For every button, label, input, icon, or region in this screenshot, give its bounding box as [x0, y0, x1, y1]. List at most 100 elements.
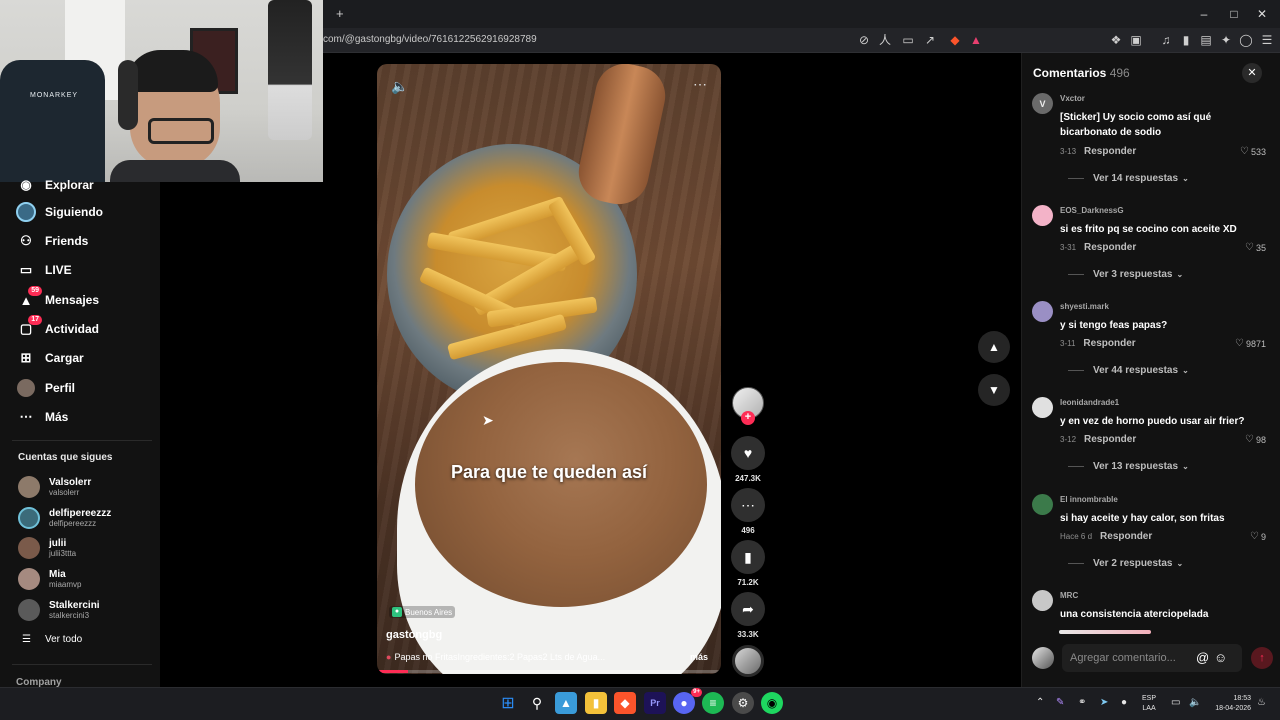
save-action[interactable]: ▮ 71.2K	[731, 540, 765, 587]
menu-icon[interactable]: ☰	[1259, 32, 1275, 48]
comment-like[interactable]: ♡ 35	[1245, 242, 1266, 253]
windows-start-icon[interactable]: ⊞	[497, 692, 519, 714]
steam-icon[interactable]: ⚙	[732, 692, 754, 714]
following-account[interactable]: Mia miaamvp	[18, 565, 158, 593]
reply-button[interactable]: Responder	[1084, 146, 1136, 157]
sidebar-icon[interactable]: ▮	[1178, 32, 1194, 48]
brave-browser-icon[interactable]: ◆	[614, 692, 636, 714]
view-replies-button[interactable]: Ver 3 respuestas ⌄	[1068, 269, 1183, 280]
close-comments-button[interactable]: ✕	[1242, 63, 1262, 83]
app-green-icon[interactable]: ◉	[761, 692, 783, 714]
video-progress-bar[interactable]	[377, 670, 721, 673]
emoji-icon[interactable]: ☺	[1214, 650, 1227, 665]
share-page-icon[interactable]: ↗	[922, 32, 938, 48]
minimize-icon[interactable]: –	[1194, 6, 1214, 22]
leo-ai-icon[interactable]: ✦	[1218, 32, 1234, 48]
new-tab-plus-icon[interactable]: +	[336, 6, 344, 21]
premiere-icon[interactable]: Pr	[644, 692, 666, 714]
brave-shield-icon[interactable]: ◆	[947, 32, 963, 48]
view-replies-button[interactable]: Ver 13 respuestas ⌄	[1068, 461, 1189, 472]
comment-username[interactable]: El innombrable	[1060, 495, 1118, 504]
brave-rewards-icon[interactable]: ▲	[968, 32, 984, 48]
spotify-icon[interactable]: ≡	[702, 692, 724, 714]
discord-icon[interactable]: ● 9+	[673, 688, 702, 714]
tray-expand-icon[interactable]: ⌃	[1036, 697, 1044, 708]
nav-mensajes[interactable]: ▲ 59 Mensajes	[16, 286, 156, 312]
comments-scroll-indicator[interactable]	[1059, 630, 1151, 634]
file-explorer-icon[interactable]: ▮	[585, 692, 607, 714]
comment-like[interactable]: ♡ 9	[1250, 531, 1266, 542]
tray-steam-icon[interactable]: ➤	[1100, 697, 1108, 708]
send-arrow-icon[interactable]: ↑	[1251, 647, 1273, 669]
view-replies-button[interactable]: Ver 2 respuestas ⌄	[1068, 558, 1183, 569]
tray-pen-icon[interactable]: ✎	[1056, 697, 1064, 708]
volume-icon[interactable]: 🔈	[391, 78, 408, 95]
comment-avatar[interactable]	[1032, 205, 1053, 226]
following-account[interactable]: delfipereezzz delfipereezzz	[18, 504, 158, 532]
vpn-icon[interactable]: ◯	[1238, 32, 1254, 48]
comment-action[interactable]: ⋯ 496	[731, 488, 765, 535]
reply-button[interactable]: Responder	[1084, 242, 1136, 253]
share-arrow-icon[interactable]: ➦	[731, 592, 765, 626]
nav-actividad[interactable]: ▢ 17 Actividad	[16, 315, 156, 341]
following-account[interactable]: Stalkercini stalkercini3	[18, 596, 158, 624]
close-window-icon[interactable]: ✕	[1252, 6, 1272, 22]
previous-video-button[interactable]: ▲	[978, 331, 1010, 363]
photos-icon[interactable]: ▲	[555, 692, 577, 714]
tray-mic-icon[interactable]: ●	[1121, 697, 1127, 708]
system-clock[interactable]: 18:53 18-04-2026	[1205, 694, 1251, 714]
screenshot-icon[interactable]: ▣	[1128, 32, 1144, 48]
reply-button[interactable]: Responder	[1083, 338, 1135, 349]
nav-friends[interactable]: ⚇ Friends	[16, 229, 156, 253]
location-tag[interactable]: ● Buenos Aires	[389, 606, 456, 618]
url-text[interactable]: com/@gastongbg/video/7616122562916928789	[323, 34, 537, 45]
no-track-icon[interactable]: ⊘	[856, 32, 872, 48]
nav-siguiendo[interactable]: Siguiendo	[16, 200, 156, 224]
next-video-button[interactable]: ▼	[978, 374, 1010, 406]
view-replies-button[interactable]: Ver 44 respuestas ⌄	[1068, 365, 1189, 376]
translate-icon[interactable]: 人	[877, 32, 893, 48]
comment-username[interactable]: EOS_DarknessG	[1060, 206, 1124, 215]
video-more-icon[interactable]: ⋯	[693, 76, 707, 93]
comment-username[interactable]: Vxctor	[1060, 94, 1085, 103]
like-action[interactable]: ♥ 247.3K	[731, 436, 765, 483]
see-all-link[interactable]: ☰ Ver todo	[22, 634, 82, 645]
comment-avatar[interactable]	[1032, 301, 1053, 322]
heart-icon[interactable]: ♥	[731, 436, 765, 470]
view-replies-button[interactable]: Ver 14 respuestas ⌄	[1068, 173, 1189, 184]
follow-plus-button[interactable]: +	[741, 411, 755, 425]
comment-bubble-icon[interactable]: ⋯	[731, 488, 765, 522]
comment-avatar[interactable]	[1032, 397, 1053, 418]
mention-icon[interactable]: @	[1196, 650, 1209, 665]
comment-username[interactable]: leonidandrade1	[1060, 398, 1119, 407]
tray-headset-icon[interactable]: ⚭	[1078, 697, 1086, 708]
media-icon[interactable]: ♫	[1158, 32, 1174, 48]
share-action[interactable]: ➦ 33.3K	[731, 592, 765, 639]
comment-avatar[interactable]: V	[1032, 93, 1053, 114]
music-disc-icon[interactable]	[732, 645, 764, 677]
comment-username[interactable]: MRC	[1060, 591, 1078, 600]
maximize-icon[interactable]: □	[1224, 6, 1244, 22]
search-icon[interactable]: ⚲	[526, 692, 548, 714]
cast-icon[interactable]: ▭	[900, 32, 916, 48]
following-account[interactable]: Valsolerr valsolerr	[18, 473, 158, 501]
comment-like[interactable]: ♡ 9871	[1235, 338, 1266, 349]
comment-avatar[interactable]	[1032, 590, 1053, 611]
wallet-icon[interactable]: ▤	[1198, 32, 1214, 48]
comment-like[interactable]: ♡ 98	[1245, 434, 1266, 445]
comment-like[interactable]: ♡ 533	[1240, 146, 1266, 157]
bookmark-icon[interactable]: ▮	[731, 540, 765, 574]
comment-avatar[interactable]	[1032, 494, 1053, 515]
video-player[interactable]: 🔈 ⋯ Para que te queden así ● Buenos Aire…	[377, 64, 721, 674]
extensions-icon[interactable]: ❖	[1108, 32, 1124, 48]
reply-button[interactable]: Responder	[1084, 434, 1136, 445]
video-author[interactable]: gastongbg	[386, 629, 442, 641]
reply-button[interactable]: Responder	[1100, 531, 1152, 542]
nav-live[interactable]: ▭ LIVE	[16, 258, 156, 282]
following-account[interactable]: julii julii3ttta	[18, 534, 158, 562]
nav-mas[interactable]: ⋯ Más	[16, 405, 156, 429]
network-icon[interactable]: ▭	[1171, 697, 1180, 708]
volume-tray-icon[interactable]: 🔈	[1189, 697, 1201, 708]
description-more-button[interactable]: más	[690, 652, 708, 662]
comment-username[interactable]: shyesti.mark	[1060, 302, 1109, 311]
